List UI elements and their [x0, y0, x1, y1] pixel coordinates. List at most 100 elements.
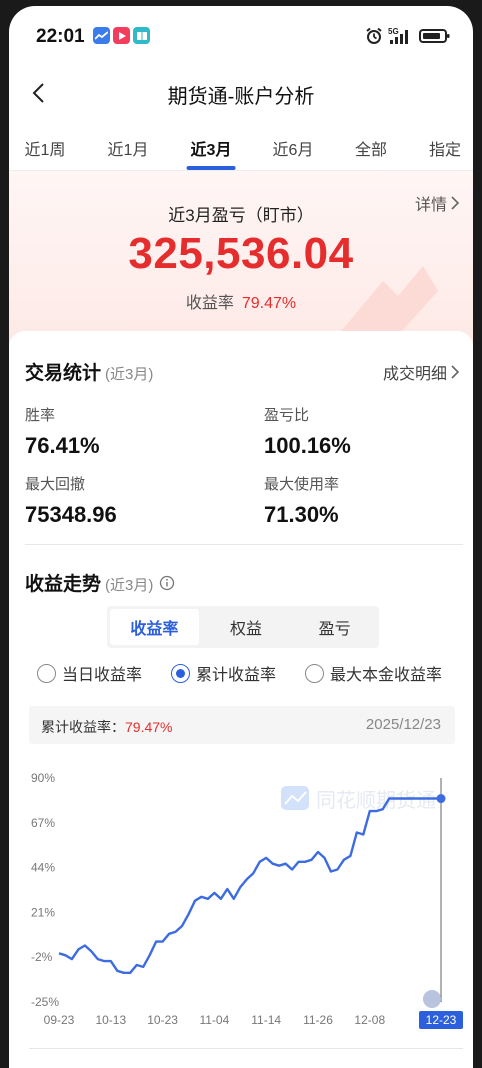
cumulative-value: 79.47% — [125, 719, 173, 735]
stat-label: 最大使用率 — [264, 476, 340, 493]
return-rate-row: 收益率 79.47% — [9, 289, 473, 313]
x-tick-label: 10-13 — [95, 1013, 126, 1027]
status-app-icons — [93, 27, 150, 44]
tab-1-week[interactable]: 近1周 — [25, 136, 66, 160]
y-axis: 90% 67% 44% 21% -2% -25% — [31, 771, 59, 1009]
tab-1-month[interactable]: 近1月 — [108, 136, 149, 160]
stat-label: 盈亏比 — [264, 407, 310, 424]
radio-max-principal-return[interactable]: 最大本金收益率 — [305, 661, 442, 685]
info-circle-icon[interactable] — [159, 575, 175, 591]
trade-details-label: 成交明细 — [382, 366, 447, 383]
alarm-icon — [366, 27, 382, 44]
battery-icon — [419, 29, 450, 43]
segment-equity[interactable]: 权益 — [202, 606, 291, 648]
x-tick-label: 12-08 — [354, 1013, 385, 1027]
x-tick-label: 11-04 — [199, 1013, 229, 1027]
stat-label: 最大回撤 — [25, 476, 86, 493]
radio-label: 累计收益率 — [196, 667, 277, 684]
trend-header: 收益走势 (近3月) — [25, 569, 175, 596]
y-tick-label: 90% — [31, 771, 55, 785]
trade-stats-period: (近3月) — [105, 366, 154, 383]
x-tick-label: 09-23 — [44, 1013, 75, 1027]
cumulative-label: 累计收益率： — [41, 719, 125, 735]
cumulative-date: 2025/12/23 — [365, 716, 441, 733]
tab-label: 近3月 — [190, 142, 232, 159]
book-app-icon — [133, 27, 150, 44]
status-time: 22:01 — [36, 26, 85, 47]
trade-stats-title: 交易统计 — [25, 363, 102, 384]
segment-return-rate[interactable]: 收益率 — [110, 609, 199, 645]
tab-label: 近1月 — [107, 142, 149, 159]
tab-6-months[interactable]: 近6月 — [273, 136, 314, 160]
tab-label: 近6月 — [272, 142, 314, 159]
stat-max-usage: 最大使用率 71.30% — [264, 473, 339, 528]
x-tick-label: 12-23 — [426, 1013, 457, 1027]
x-tick-label: 10-23 — [147, 1013, 178, 1027]
x-tick-label: 11-14 — [251, 1013, 281, 1027]
radio-label: 当日收益率 — [62, 667, 143, 684]
segment-label: 收益率 — [130, 621, 179, 638]
trend-period: (近3月) — [105, 577, 154, 594]
y-tick-label: -25% — [31, 995, 59, 1009]
segment-label: 盈亏 — [318, 621, 351, 638]
chevron-right-icon — [451, 365, 459, 379]
return-trend-chart[interactable]: 同花顺期货通 90% 67% 44% 21% -2% -25% 09-23 10-13 10-… — [9, 756, 473, 1036]
trend-metric-segments: 收益率 权益 盈亏 — [107, 606, 379, 648]
series-layer — [58, 778, 446, 1008]
page-title: 期货通-账户分析 — [167, 86, 315, 108]
radio-label: 最大本金收益率 — [330, 667, 443, 684]
tab-label: 近1周 — [24, 142, 66, 159]
stat-value: 75348.96 — [25, 502, 117, 527]
stat-value: 76.41% — [25, 433, 100, 458]
stat-max-drawdown: 最大回撤 75348.96 — [25, 473, 117, 528]
x-axis: 09-23 10-13 10-23 11-04 11-14 11-26 12-08 12-23 — [44, 1011, 463, 1029]
nav-bar: 期货通-账户分析 — [9, 64, 473, 122]
radio-cumulative-return[interactable]: 累计收益率 — [171, 661, 276, 685]
stat-value: 71.30% — [264, 502, 339, 527]
trade-stats-header: 交易统计 (近3月) — [25, 358, 153, 385]
tab-active-indicator — [186, 166, 236, 170]
stat-value: 100.16% — [264, 433, 351, 458]
pnl-value: 325,536.04 — [128, 229, 354, 278]
signal-5g-icon: 5G — [388, 27, 408, 44]
y-tick-label: 44% — [31, 861, 55, 875]
series-line — [58, 797, 441, 975]
return-rate-value: 79.47% — [241, 295, 297, 312]
section-divider — [25, 544, 463, 545]
pnl-title: 近3月盈亏（盯市） — [168, 206, 314, 225]
y-tick-label: 67% — [31, 816, 55, 830]
trade-details-link[interactable]: 成交明细 — [383, 360, 459, 384]
radio-circle — [305, 663, 324, 683]
video-app-icon — [113, 27, 130, 44]
x-tick-label: 11-26 — [303, 1013, 333, 1027]
tab-label: 全部 — [354, 142, 388, 159]
trend-title: 收益走势 — [25, 574, 102, 595]
status-bar: 22:01 5G — [9, 6, 473, 64]
radio-circle-checked — [171, 663, 190, 683]
stat-label: 胜率 — [25, 407, 56, 424]
stat-win-rate: 胜率 76.41% — [25, 404, 100, 459]
bottom-divider — [29, 1048, 463, 1049]
network-label: 5G — [388, 27, 399, 36]
phone-screen: 22:01 5G 期货通-账户分析 近1周 近1月 近3月 近6月 全部 指定 … — [9, 6, 473, 1068]
status-indicators: 5G — [365, 27, 451, 45]
radio-daily-return[interactable]: 当日收益率 — [37, 661, 142, 685]
y-tick-label: -2% — [31, 950, 53, 964]
cumulative-label-row: 累计收益率：79.47% — [41, 717, 172, 737]
y-tick-label: 21% — [31, 905, 55, 919]
stock-chart-app-icon — [93, 27, 110, 44]
stat-profit-loss-ratio: 盈亏比 100.16% — [264, 404, 351, 459]
tab-custom[interactable]: 指定 — [429, 136, 461, 160]
tab-all[interactable]: 全部 — [355, 136, 387, 160]
tab-3-months[interactable]: 近3月 — [186, 136, 236, 170]
watermark-text: 同花顺期货通 — [316, 789, 436, 812]
return-type-radios: 当日收益率 累计收益率 最大本金收益率 — [37, 661, 467, 691]
period-tabs: 近1周 近1月 近3月 近6月 全部 指定 — [9, 122, 473, 171]
crosshair-handle[interactable] — [423, 990, 441, 1008]
radio-circle — [37, 663, 56, 683]
return-rate-label: 收益率 — [185, 295, 234, 312]
segment-pnl[interactable]: 盈亏 — [290, 606, 379, 648]
crosshair-point — [436, 794, 446, 804]
tab-label: 指定 — [428, 142, 462, 159]
segment-label: 权益 — [230, 621, 263, 638]
